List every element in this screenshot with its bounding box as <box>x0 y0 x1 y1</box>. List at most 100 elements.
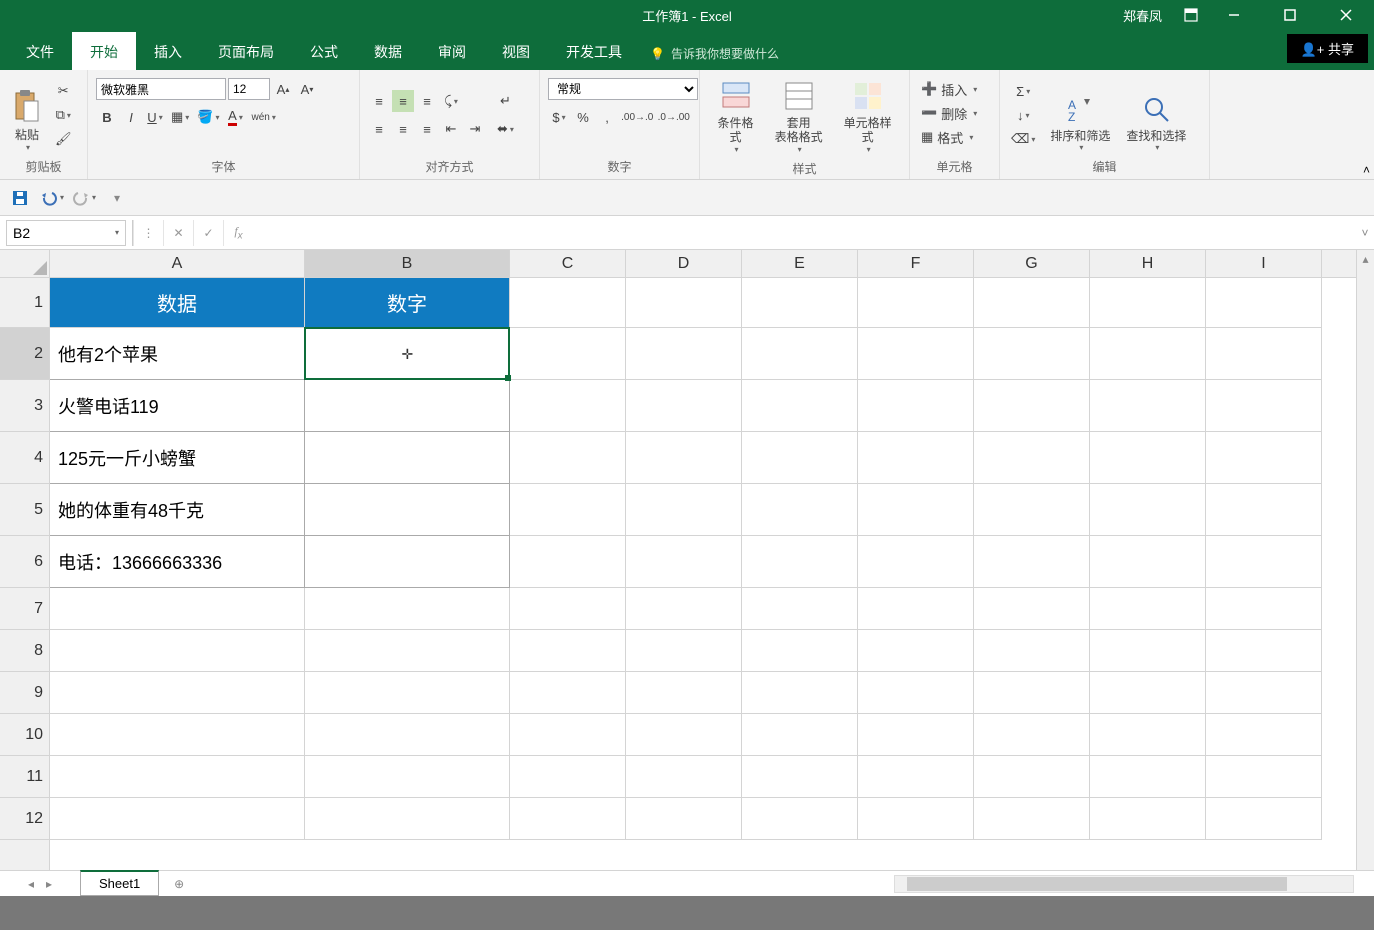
cell-E5[interactable] <box>742 484 858 536</box>
cell-D4[interactable] <box>626 432 742 484</box>
cell-I7[interactable] <box>1206 588 1322 630</box>
cell-F11[interactable] <box>858 756 974 798</box>
tab-developer[interactable]: 开发工具 <box>548 32 640 70</box>
redo-button[interactable]: ▾ <box>72 186 96 210</box>
cell-B1[interactable]: 数字 <box>305 278 510 328</box>
cell-A10[interactable] <box>50 714 305 756</box>
cell-I3[interactable] <box>1206 380 1322 432</box>
minimize-button[interactable] <box>1214 0 1254 30</box>
cell-H2[interactable] <box>1090 328 1206 380</box>
cell-C4[interactable] <box>510 432 626 484</box>
cell-G10[interactable] <box>974 714 1090 756</box>
copy-button[interactable]: ⧉▾ <box>52 104 75 126</box>
formula-input[interactable] <box>253 220 1356 246</box>
italic-button[interactable]: I <box>120 106 142 128</box>
column-header-C[interactable]: C <box>510 250 626 277</box>
align-center-button[interactable]: ≡ <box>392 118 414 140</box>
customize-qat-button[interactable]: ▾ <box>104 186 128 210</box>
cell-A12[interactable] <box>50 798 305 840</box>
cell-I12[interactable] <box>1206 798 1322 840</box>
row-header-2[interactable]: 2 <box>0 328 49 380</box>
merge-button[interactable]: ⬌▾ <box>494 118 517 140</box>
cell-D5[interactable] <box>626 484 742 536</box>
cell-B7[interactable] <box>305 588 510 630</box>
cell-H3[interactable] <box>1090 380 1206 432</box>
cell-A9[interactable] <box>50 672 305 714</box>
cell-C5[interactable] <box>510 484 626 536</box>
cell-A8[interactable] <box>50 630 305 672</box>
cell-A7[interactable] <box>50 588 305 630</box>
cell-F10[interactable] <box>858 714 974 756</box>
cell-G5[interactable] <box>974 484 1090 536</box>
cell-B2[interactable] <box>305 328 510 380</box>
cell-I5[interactable] <box>1206 484 1322 536</box>
horizontal-scrollbar[interactable] <box>894 875 1354 893</box>
sheet-tab-1[interactable]: Sheet1 <box>80 870 159 896</box>
cell-G8[interactable] <box>974 630 1090 672</box>
column-header-I[interactable]: I <box>1206 250 1322 277</box>
cell-C1[interactable] <box>510 278 626 328</box>
comma-button[interactable]: , <box>596 106 618 128</box>
cell-F4[interactable] <box>858 432 974 484</box>
cell-E3[interactable] <box>742 380 858 432</box>
cell-E2[interactable] <box>742 328 858 380</box>
cell-A2[interactable]: 他有2个苹果 <box>50 328 305 380</box>
row-header-7[interactable]: 7 <box>0 588 49 630</box>
cell-C8[interactable] <box>510 630 626 672</box>
column-header-A[interactable]: A <box>50 250 305 277</box>
cell-C12[interactable] <box>510 798 626 840</box>
column-header-G[interactable]: G <box>974 250 1090 277</box>
increase-indent-button[interactable]: ⇥ <box>464 118 486 140</box>
cell-B8[interactable] <box>305 630 510 672</box>
cells-area[interactable]: 数据数字他有2个苹果火警电话119125元一斤小螃蟹她的体重有48千克电话：13… <box>50 278 1356 870</box>
sort-filter-button[interactable]: AZ 排序和筛选▾ <box>1044 74 1116 156</box>
maximize-button[interactable] <box>1270 0 1310 30</box>
cancel-button[interactable]: ✕ <box>163 220 193 246</box>
cell-F6[interactable] <box>858 536 974 588</box>
align-middle-button[interactable]: ≡ <box>392 90 414 112</box>
increase-decimal-button[interactable]: .00→.0 <box>620 106 655 128</box>
cell-F8[interactable] <box>858 630 974 672</box>
cell-G2[interactable] <box>974 328 1090 380</box>
tab-view[interactable]: 视图 <box>484 32 548 70</box>
cell-I11[interactable] <box>1206 756 1322 798</box>
cell-I8[interactable] <box>1206 630 1322 672</box>
tab-review[interactable]: 审阅 <box>420 32 484 70</box>
insert-cells-button[interactable]: ➕插入▾ <box>918 78 991 100</box>
cell-E4[interactable] <box>742 432 858 484</box>
select-all-corner[interactable] <box>0 250 50 278</box>
fill-color-button[interactable]: 🪣▾ <box>194 106 222 128</box>
column-header-F[interactable]: F <box>858 250 974 277</box>
format-cells-button[interactable]: ▦格式▾ <box>918 126 991 148</box>
orientation-button[interactable]: ⤹▾ <box>440 90 462 112</box>
align-right-button[interactable]: ≡ <box>416 118 438 140</box>
tab-data[interactable]: 数据 <box>356 32 420 70</box>
cell-H6[interactable] <box>1090 536 1206 588</box>
cell-E11[interactable] <box>742 756 858 798</box>
cell-F3[interactable] <box>858 380 974 432</box>
column-header-H[interactable]: H <box>1090 250 1206 277</box>
cell-C11[interactable] <box>510 756 626 798</box>
cell-I1[interactable] <box>1206 278 1322 328</box>
row-header-9[interactable]: 9 <box>0 672 49 714</box>
cell-G11[interactable] <box>974 756 1090 798</box>
cell-G9[interactable] <box>974 672 1090 714</box>
table-format-button[interactable]: 套用 表格格式▾ <box>769 74 828 158</box>
ribbon-display-options-icon[interactable] <box>1184 8 1198 22</box>
cell-B12[interactable] <box>305 798 510 840</box>
accounting-button[interactable]: $▾ <box>548 106 570 128</box>
cell-C3[interactable] <box>510 380 626 432</box>
tab-layout[interactable]: 页面布局 <box>200 32 292 70</box>
save-button[interactable] <box>8 186 32 210</box>
cell-H9[interactable] <box>1090 672 1206 714</box>
cell-I4[interactable] <box>1206 432 1322 484</box>
font-size-input[interactable] <box>228 78 270 100</box>
cell-E9[interactable] <box>742 672 858 714</box>
row-header-4[interactable]: 4 <box>0 432 49 484</box>
cell-G3[interactable] <box>974 380 1090 432</box>
cell-F1[interactable] <box>858 278 974 328</box>
fill-button[interactable]: ↓▾ <box>1008 104 1038 126</box>
paste-button[interactable]: 粘贴 ▾ <box>6 74 48 156</box>
user-name[interactable]: 郑春凤 <box>1123 6 1162 25</box>
font-name-input[interactable] <box>96 78 226 100</box>
